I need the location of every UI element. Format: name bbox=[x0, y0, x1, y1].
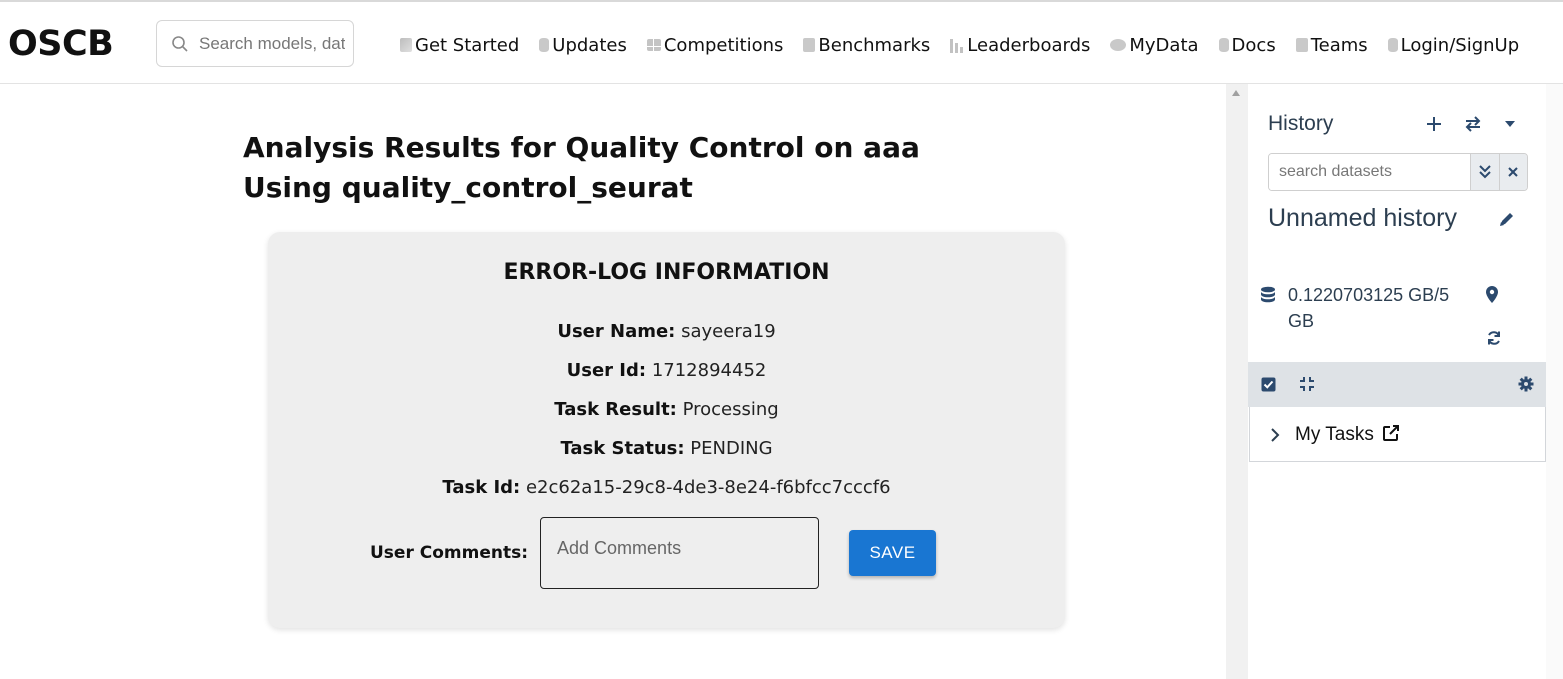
database-icon bbox=[1218, 38, 1229, 52]
nav-mydata[interactable]: MyData bbox=[1110, 34, 1199, 56]
grid-icon bbox=[646, 39, 661, 51]
field-label: Task Id: bbox=[442, 477, 521, 498]
history-panel: History Unnamed history bbox=[1248, 84, 1546, 679]
map-marker-icon[interactable] bbox=[1486, 286, 1498, 303]
compress-icon[interactable] bbox=[1299, 376, 1315, 392]
history-toolbar bbox=[1248, 362, 1546, 407]
history-search-input[interactable] bbox=[1269, 154, 1470, 190]
scrollbar[interactable] bbox=[1226, 84, 1248, 679]
save-button[interactable]: SAVE bbox=[849, 530, 937, 576]
nav-label: Get Started bbox=[415, 34, 520, 56]
my-tasks-label: My Tasks bbox=[1295, 424, 1374, 445]
top-navbar: OSCB Get Started Updates Competitions Be… bbox=[0, 0, 1563, 84]
nav-teams[interactable]: Teams bbox=[1295, 34, 1368, 56]
card-heading: ERROR-LOG INFORMATION bbox=[503, 260, 830, 285]
user-id-value: 1712894452 bbox=[651, 360, 767, 381]
search-input[interactable] bbox=[197, 32, 347, 55]
pencil-icon[interactable] bbox=[1498, 210, 1516, 228]
error-log-card: ERROR-LOG INFORMATION User Name: sayeera… bbox=[268, 232, 1065, 628]
refresh-icon[interactable] bbox=[1486, 330, 1502, 346]
right-gutter bbox=[1546, 84, 1563, 679]
bar-chart-icon bbox=[950, 37, 965, 53]
page-title: Analysis Results for Quality Control on … bbox=[243, 131, 920, 204]
nav-docs[interactable]: Docs bbox=[1218, 34, 1276, 56]
database-icon bbox=[1387, 38, 1398, 52]
nav-label: Updates bbox=[552, 34, 627, 56]
database-icon bbox=[539, 38, 550, 52]
close-icon bbox=[1508, 167, 1518, 177]
nav-label: Teams bbox=[1310, 34, 1368, 56]
comments-label: User Comments: bbox=[370, 543, 529, 563]
advanced-search-button[interactable] bbox=[1470, 154, 1499, 190]
field-label: Task Result: bbox=[554, 399, 677, 420]
comments-row: User Comments: SAVE bbox=[370, 517, 937, 589]
user-name-row: User Name: sayeera19 bbox=[268, 321, 1065, 342]
task-result-value: Processing bbox=[682, 399, 779, 420]
cube-icon bbox=[400, 38, 412, 52]
my-tasks-row[interactable]: My Tasks bbox=[1249, 407, 1546, 462]
gear-icon[interactable] bbox=[1518, 376, 1534, 392]
user-name-value: sayeera19 bbox=[681, 321, 776, 342]
external-link-icon[interactable] bbox=[1382, 424, 1400, 442]
global-search[interactable] bbox=[156, 20, 354, 67]
site-logo[interactable]: OSCB bbox=[8, 24, 114, 64]
database-icon bbox=[1261, 286, 1275, 303]
task-id-value: e2c62a15-29c8-4de3-8e24-f6bfcc7cccf6 bbox=[525, 477, 891, 498]
main-nav: Get Started Updates Competitions Benchma… bbox=[400, 32, 1519, 58]
search-icon bbox=[172, 35, 188, 52]
user-id-row: User Id: 1712894452 bbox=[268, 360, 1065, 381]
chevron-right-icon[interactable] bbox=[1270, 428, 1280, 442]
task-id-row: Task Id: e2c62a15-29c8-4de3-8e24-f6bfcc7… bbox=[268, 477, 1065, 498]
clipboard-icon bbox=[1295, 38, 1308, 52]
nav-label: Benchmarks bbox=[818, 34, 931, 56]
double-chevron-down-icon bbox=[1479, 165, 1491, 179]
disk-icon bbox=[1110, 39, 1127, 51]
field-label: Task Status: bbox=[560, 438, 685, 459]
nav-label: Competitions bbox=[663, 34, 784, 56]
nav-label: MyData bbox=[1129, 34, 1199, 56]
nav-label: Login/SignUp bbox=[1400, 34, 1520, 56]
field-label: User Name: bbox=[557, 321, 676, 342]
field-label: User Id: bbox=[566, 360, 647, 381]
task-status-value: PENDING bbox=[690, 438, 773, 459]
nav-label: Leaderboards bbox=[967, 34, 1091, 56]
plus-icon[interactable] bbox=[1426, 116, 1442, 132]
nav-updates[interactable]: Updates bbox=[539, 35, 627, 56]
nav-label: Docs bbox=[1231, 34, 1276, 56]
comments-input[interactable] bbox=[540, 517, 820, 589]
clear-search-button[interactable] bbox=[1498, 154, 1527, 190]
switch-history-icon[interactable] bbox=[1464, 115, 1482, 133]
history-name: Unnamed history bbox=[1268, 204, 1457, 232]
nav-get-started[interactable]: Get Started bbox=[400, 35, 519, 56]
clipboard-icon bbox=[803, 38, 816, 52]
nav-benchmarks[interactable]: Benchmarks bbox=[803, 35, 930, 56]
nav-login-signup[interactable]: Login/SignUp bbox=[1387, 34, 1520, 56]
history-title: History bbox=[1268, 112, 1334, 135]
nav-leaderboards[interactable]: Leaderboards bbox=[950, 35, 1090, 56]
nav-competitions[interactable]: Competitions bbox=[646, 34, 784, 56]
task-status-row: Task Status: PENDING bbox=[268, 438, 1065, 459]
history-search bbox=[1268, 153, 1528, 191]
scroll-up-arrow-icon[interactable] bbox=[1232, 90, 1240, 96]
storage-usage: 0.1220703125 GB/5 GB bbox=[1288, 285, 1450, 331]
caret-down-icon[interactable] bbox=[1504, 120, 1516, 128]
checkbox-checked-icon[interactable] bbox=[1261, 377, 1276, 392]
task-result-row: Task Result: Processing bbox=[268, 399, 1065, 420]
